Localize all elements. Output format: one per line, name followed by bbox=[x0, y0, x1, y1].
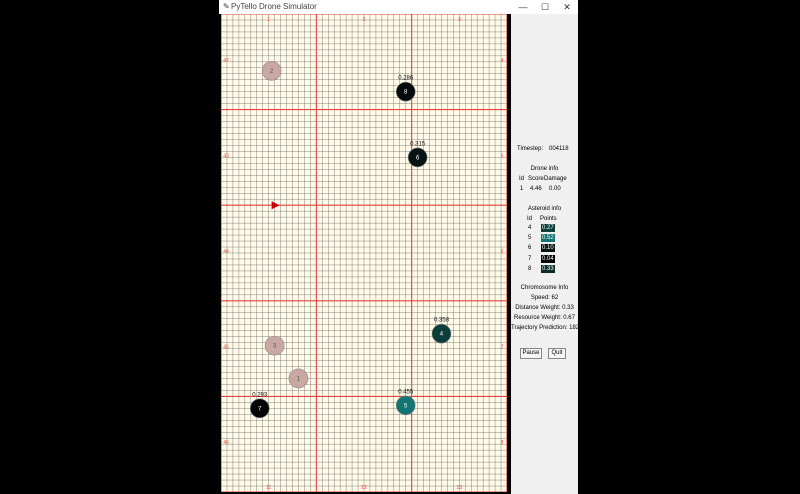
right-axis-label: 7 bbox=[501, 345, 504, 351]
info-panel: Timestep: 004118 Drone info Id Score Dam… bbox=[511, 14, 583, 494]
asteroid: 40.358 bbox=[431, 318, 452, 344]
asteroid-row-points: 0.04 bbox=[541, 254, 555, 263]
asteroid: 80.286 bbox=[395, 76, 416, 102]
bottom-axis-label: 12 bbox=[361, 485, 367, 491]
drone-row-id: 1 bbox=[520, 186, 524, 192]
right-axis-label: 6 bbox=[501, 249, 504, 255]
asteroid-label: 0.455 bbox=[398, 389, 414, 395]
left-axis-label: 46 bbox=[223, 440, 229, 446]
drone-header-score: Score bbox=[528, 176, 544, 182]
timestep-label: Timestep: bbox=[517, 146, 544, 152]
asteroid-header-points: Points bbox=[540, 216, 557, 222]
simulator-window: ✎ PyTello Drone Simulator — ☐ ✕ 1 2 3 11 12 1… bbox=[219, 0, 583, 494]
minor-grid bbox=[221, 14, 507, 492]
left-axis-label: 42 bbox=[223, 58, 229, 64]
drone-row-damage: 0.00 bbox=[549, 186, 561, 192]
left-axis-label: 43 bbox=[223, 153, 229, 159]
bottom-axis-label: 11 bbox=[266, 485, 271, 491]
feather-icon: ✎ bbox=[223, 2, 230, 11]
asteroid-row-points: 0.27 bbox=[541, 224, 555, 232]
close-button[interactable]: ✕ bbox=[555, 0, 579, 14]
distance-weight-text: Distance Weight: 0.33 bbox=[515, 305, 574, 311]
right-axis-label: 4 bbox=[501, 58, 504, 64]
drone-info-title: Drone info bbox=[530, 166, 559, 172]
asteroid-label: 0.293 bbox=[252, 392, 268, 398]
asteroid: 3 bbox=[264, 335, 285, 356]
window-title: PyTello Drone Simulator bbox=[231, 2, 317, 11]
asteroid-row-id: 4 bbox=[528, 225, 532, 231]
speed-text: Speed: 62 bbox=[530, 295, 559, 301]
drone-header-id: Id bbox=[519, 176, 525, 182]
top-axis-label: 2 bbox=[363, 17, 366, 23]
chromosome-title: Chromosome Info bbox=[520, 285, 569, 291]
drone-header-damage: Damage bbox=[544, 176, 567, 182]
trajectory-prediction-text: Trajectory Prediction: 1829 bbox=[511, 325, 583, 331]
left-axis-label: 45 bbox=[223, 345, 229, 351]
asteroid-label: 0.286 bbox=[398, 76, 414, 82]
bottom-axis-label: 13 bbox=[457, 485, 463, 491]
asteroid: 50.455 bbox=[395, 389, 416, 416]
simulation-frame: 1 2 3 11 12 13 42 43 44 45 46 4 5 6 7 8 2 8 0.286 6 0.315 4 0… bbox=[219, 14, 511, 494]
asteroid-label: 0.315 bbox=[410, 141, 426, 147]
asteroid-row-id: 5 bbox=[528, 235, 532, 242]
asteroid-row-id: 7 bbox=[528, 255, 532, 262]
title-bar[interactable]: ✎ PyTello Drone Simulator — ☐ ✕ bbox=[219, 0, 578, 14]
asteroid-row-id: 6 bbox=[528, 245, 532, 252]
asteroid-info-title: Asteroid info bbox=[527, 206, 562, 212]
asteroid-row-points: 0.10 bbox=[541, 244, 555, 253]
asteroid: 2 bbox=[261, 60, 282, 81]
asteroid: 70.293 bbox=[249, 392, 270, 419]
asteroid-label: 0.358 bbox=[434, 318, 450, 324]
quit-button[interactable]: Quit bbox=[548, 348, 566, 359]
minimize-button[interactable]: — bbox=[511, 0, 535, 14]
pause-button[interactable]: Pause bbox=[520, 348, 542, 359]
top-axis-label: 1 bbox=[267, 17, 270, 23]
asteroid-row-points: 0.33 bbox=[541, 264, 555, 273]
timestep-value: 004118 bbox=[549, 146, 569, 152]
simulation-canvas[interactable]: 1 2 311 12 13424344454645678 280.28660.31540… bbox=[221, 14, 507, 492]
right-axis-label: 5 bbox=[501, 153, 504, 159]
resource-weight-text: Resource Weight: 0.67 bbox=[514, 315, 575, 321]
asteroid: 60.315 bbox=[407, 141, 428, 168]
asteroid-header-id: Id bbox=[527, 216, 533, 222]
asteroid: 1 bbox=[288, 368, 309, 389]
drone-row-score: 4.46 bbox=[530, 186, 542, 192]
top-axis-label: 3 bbox=[458, 17, 461, 23]
left-axis-label: 44 bbox=[223, 249, 229, 255]
right-axis-label: 8 bbox=[501, 440, 504, 446]
asteroid-row-id: 8 bbox=[528, 265, 532, 272]
maximize-button[interactable]: ☐ bbox=[533, 0, 557, 14]
asteroid-row-points: 0.52 bbox=[541, 234, 555, 243]
